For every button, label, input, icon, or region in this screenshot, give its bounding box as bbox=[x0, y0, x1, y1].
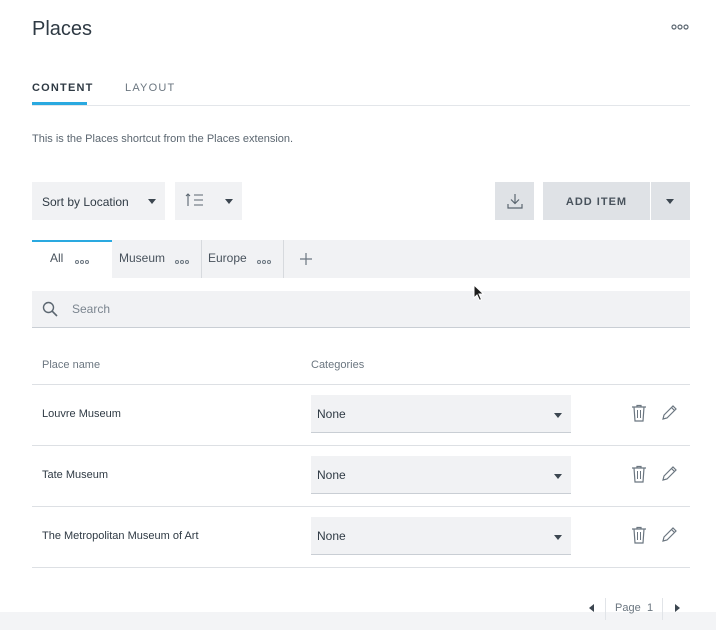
description-text: This is the Places shortcut from the Pla… bbox=[32, 133, 294, 145]
more-options-icon[interactable] bbox=[175, 254, 189, 272]
sort-dropdown-label: Sort by Location bbox=[42, 195, 129, 209]
edit-icon[interactable] bbox=[660, 404, 678, 424]
mouse-cursor-icon bbox=[473, 283, 485, 307]
place-name: Louvre Museum bbox=[42, 408, 121, 420]
next-page-icon[interactable] bbox=[675, 604, 680, 612]
place-name: The Metropolitan Museum of Art bbox=[42, 530, 199, 542]
column-header-place-name[interactable]: Place name bbox=[42, 359, 100, 371]
divider bbox=[32, 384, 690, 385]
more-options-icon[interactable] bbox=[257, 254, 271, 272]
category-select-value: None bbox=[317, 529, 346, 543]
place-name: Tate Museum bbox=[42, 469, 109, 481]
add-tab-icon[interactable] bbox=[299, 252, 313, 271]
caret-down-icon bbox=[554, 474, 562, 479]
divider bbox=[605, 598, 606, 620]
sort-order-icon bbox=[185, 192, 205, 213]
filter-tab-museum[interactable]: Museum bbox=[112, 240, 201, 278]
active-tab-indicator bbox=[32, 102, 87, 105]
caret-down-icon bbox=[554, 535, 562, 540]
page-label: Page bbox=[615, 602, 641, 614]
category-select[interactable]: None bbox=[311, 456, 571, 494]
tab-divider bbox=[283, 240, 284, 278]
download-icon bbox=[506, 192, 524, 215]
caret-down-icon bbox=[666, 199, 674, 204]
search-bar bbox=[32, 291, 690, 328]
divider bbox=[662, 598, 663, 620]
more-options-icon[interactable] bbox=[75, 254, 89, 272]
add-item-menu-button[interactable] bbox=[651, 182, 690, 220]
filter-tab-europe[interactable]: Europe bbox=[202, 240, 283, 278]
more-options-icon[interactable] bbox=[671, 20, 689, 34]
filter-tab-label: Museum bbox=[119, 251, 166, 265]
download-button[interactable] bbox=[495, 182, 534, 220]
category-select[interactable]: None bbox=[311, 395, 571, 433]
tab-content[interactable]: CONTENT bbox=[32, 82, 94, 94]
sort-order-dropdown[interactable] bbox=[175, 182, 242, 220]
column-header-categories[interactable]: Categories bbox=[311, 359, 364, 371]
search-input[interactable] bbox=[72, 299, 672, 319]
caret-down-icon bbox=[225, 199, 233, 204]
delete-icon[interactable] bbox=[631, 465, 649, 485]
divider bbox=[32, 445, 690, 446]
delete-icon[interactable] bbox=[631, 404, 649, 424]
edit-icon[interactable] bbox=[660, 526, 678, 546]
filter-tab-label: All bbox=[50, 251, 64, 265]
caret-down-icon bbox=[148, 199, 156, 204]
filter-tab-all[interactable]: All bbox=[32, 240, 112, 278]
filter-tab-label: Europe bbox=[208, 251, 247, 265]
tab-layout[interactable]: LAYOUT bbox=[125, 82, 175, 94]
prev-page-icon[interactable] bbox=[589, 604, 594, 612]
category-select-value: None bbox=[317, 468, 346, 482]
footer-strip bbox=[0, 612, 716, 630]
search-icon bbox=[42, 301, 58, 322]
divider bbox=[32, 506, 690, 507]
page-title: Places bbox=[32, 18, 93, 40]
add-item-label: ADD ITEM bbox=[565, 196, 628, 208]
caret-down-icon bbox=[554, 413, 562, 418]
category-select[interactable]: None bbox=[311, 517, 571, 555]
page-number: 1 bbox=[647, 602, 654, 614]
tab-bar: CONTENT LAYOUT bbox=[32, 78, 690, 106]
sort-dropdown[interactable]: Sort by Location bbox=[32, 182, 165, 220]
category-filter-bar: All Museum Europe bbox=[32, 240, 690, 278]
add-item-button[interactable]: ADD ITEM bbox=[543, 182, 650, 220]
edit-icon[interactable] bbox=[660, 465, 678, 485]
divider bbox=[32, 567, 690, 568]
delete-icon[interactable] bbox=[631, 526, 649, 546]
category-select-value: None bbox=[317, 407, 346, 421]
